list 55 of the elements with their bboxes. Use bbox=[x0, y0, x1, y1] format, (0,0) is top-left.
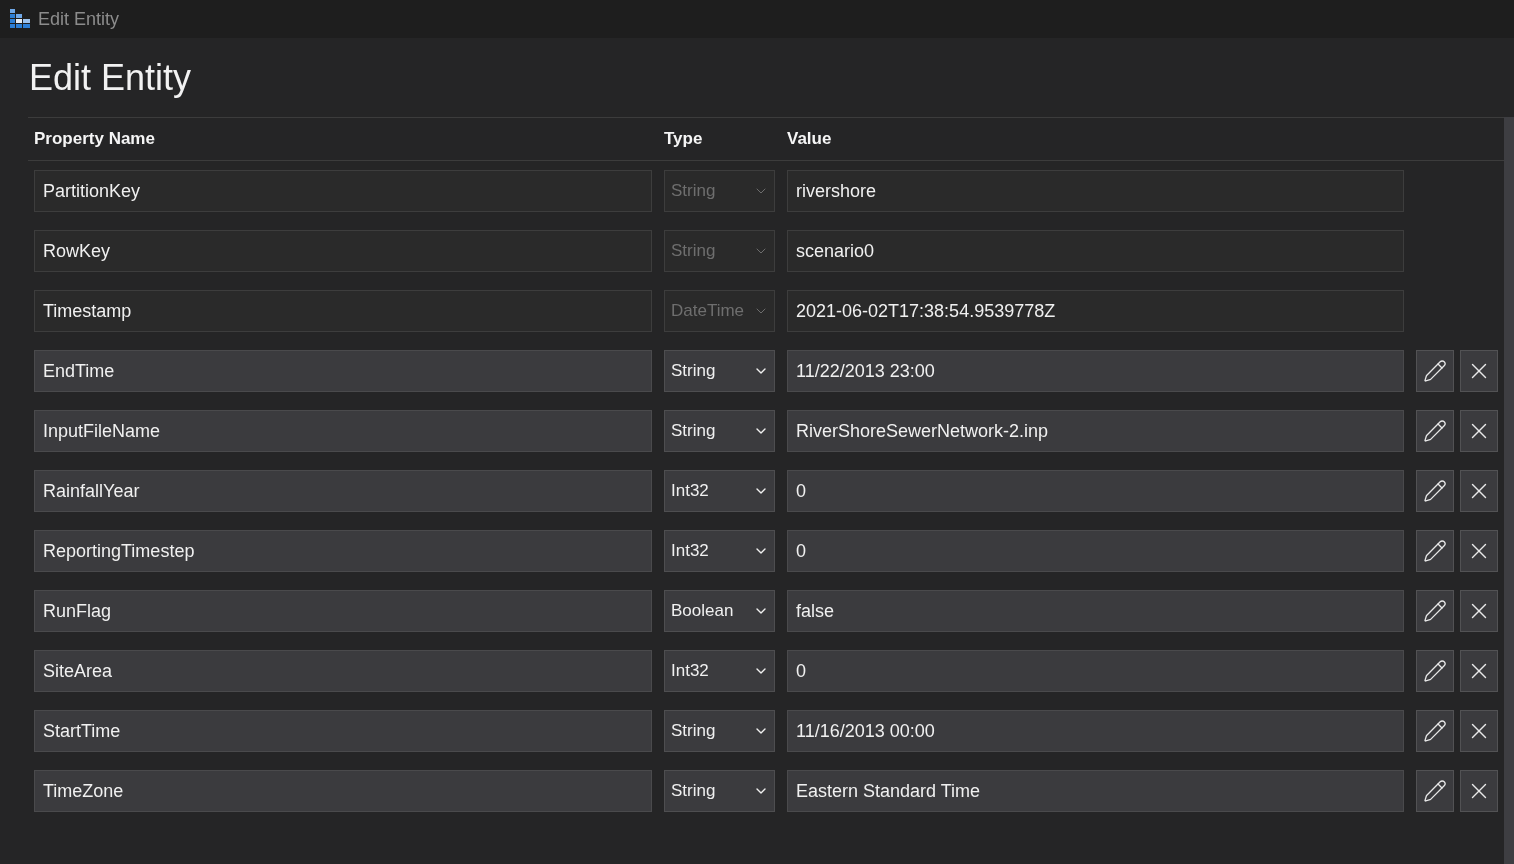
edit-button[interactable] bbox=[1416, 710, 1454, 752]
property-name-field[interactable]: RunFlag bbox=[34, 590, 652, 632]
type-dropdown[interactable]: String bbox=[664, 710, 775, 752]
type-dropdown[interactable]: Int32 bbox=[664, 470, 775, 512]
pencil-icon bbox=[1423, 479, 1447, 503]
delete-button[interactable] bbox=[1460, 590, 1498, 632]
pencil-icon bbox=[1423, 359, 1447, 383]
edit-button[interactable] bbox=[1416, 650, 1454, 692]
property-name-field[interactable]: TimeZone bbox=[34, 770, 652, 812]
value-field[interactable]: false bbox=[787, 590, 1404, 632]
delete-button[interactable] bbox=[1460, 470, 1498, 512]
page-heading: Edit Entity bbox=[29, 59, 192, 96]
edit-button[interactable] bbox=[1416, 410, 1454, 452]
edit-button[interactable] bbox=[1416, 770, 1454, 812]
edit-button[interactable] bbox=[1416, 470, 1454, 512]
column-header: Type bbox=[664, 128, 703, 151]
pencil-icon bbox=[1423, 539, 1447, 563]
property-name-field[interactable]: SiteArea bbox=[34, 650, 652, 692]
type-dropdown[interactable]: Int32 bbox=[664, 530, 775, 572]
delete-button[interactable] bbox=[1460, 410, 1498, 452]
edit-button[interactable] bbox=[1416, 590, 1454, 632]
property-name-field[interactable]: RainfallYear bbox=[34, 470, 652, 512]
property-name-field[interactable]: EndTime bbox=[34, 350, 652, 392]
value-field[interactable]: 0 bbox=[787, 530, 1404, 572]
column-header: Value bbox=[787, 128, 832, 151]
column-header: Property Name bbox=[34, 128, 155, 151]
value-field[interactable]: RiverShoreSewerNetwork-2.inp bbox=[787, 410, 1404, 452]
pencil-icon bbox=[1423, 719, 1447, 743]
app-logo-icon bbox=[10, 9, 31, 29]
delete-button[interactable] bbox=[1460, 350, 1498, 392]
delete-button[interactable] bbox=[1460, 530, 1498, 572]
pencil-icon bbox=[1423, 419, 1447, 443]
type-dropdown[interactable]: String bbox=[664, 410, 775, 452]
edit-button[interactable] bbox=[1416, 530, 1454, 572]
type-dropdown[interactable]: Boolean bbox=[664, 590, 775, 632]
scrollbar[interactable] bbox=[1504, 117, 1514, 864]
pencil-icon bbox=[1423, 659, 1447, 683]
value-field[interactable]: Eastern Standard Time bbox=[787, 770, 1404, 812]
property-name-field[interactable]: ReportingTimestep bbox=[34, 530, 652, 572]
value-field[interactable]: 11/22/2013 23:00 bbox=[787, 350, 1404, 392]
delete-button[interactable] bbox=[1460, 770, 1498, 812]
pencil-icon bbox=[1423, 599, 1447, 623]
pencil-icon bbox=[1423, 779, 1447, 803]
value-field[interactable]: 0 bbox=[787, 650, 1404, 692]
type-dropdown[interactable]: String bbox=[664, 350, 775, 392]
window-title: Edit Entity bbox=[38, 10, 120, 28]
value-field[interactable]: 0 bbox=[787, 470, 1404, 512]
type-dropdown[interactable]: Int32 bbox=[664, 650, 775, 692]
value-field[interactable]: 11/16/2013 00:00 bbox=[787, 710, 1404, 752]
type-dropdown[interactable]: String bbox=[664, 770, 775, 812]
property-name-field[interactable]: InputFileName bbox=[34, 410, 652, 452]
property-name-field[interactable]: StartTime bbox=[34, 710, 652, 752]
edit-button[interactable] bbox=[1416, 350, 1454, 392]
delete-button[interactable] bbox=[1460, 650, 1498, 692]
delete-button[interactable] bbox=[1460, 710, 1498, 752]
